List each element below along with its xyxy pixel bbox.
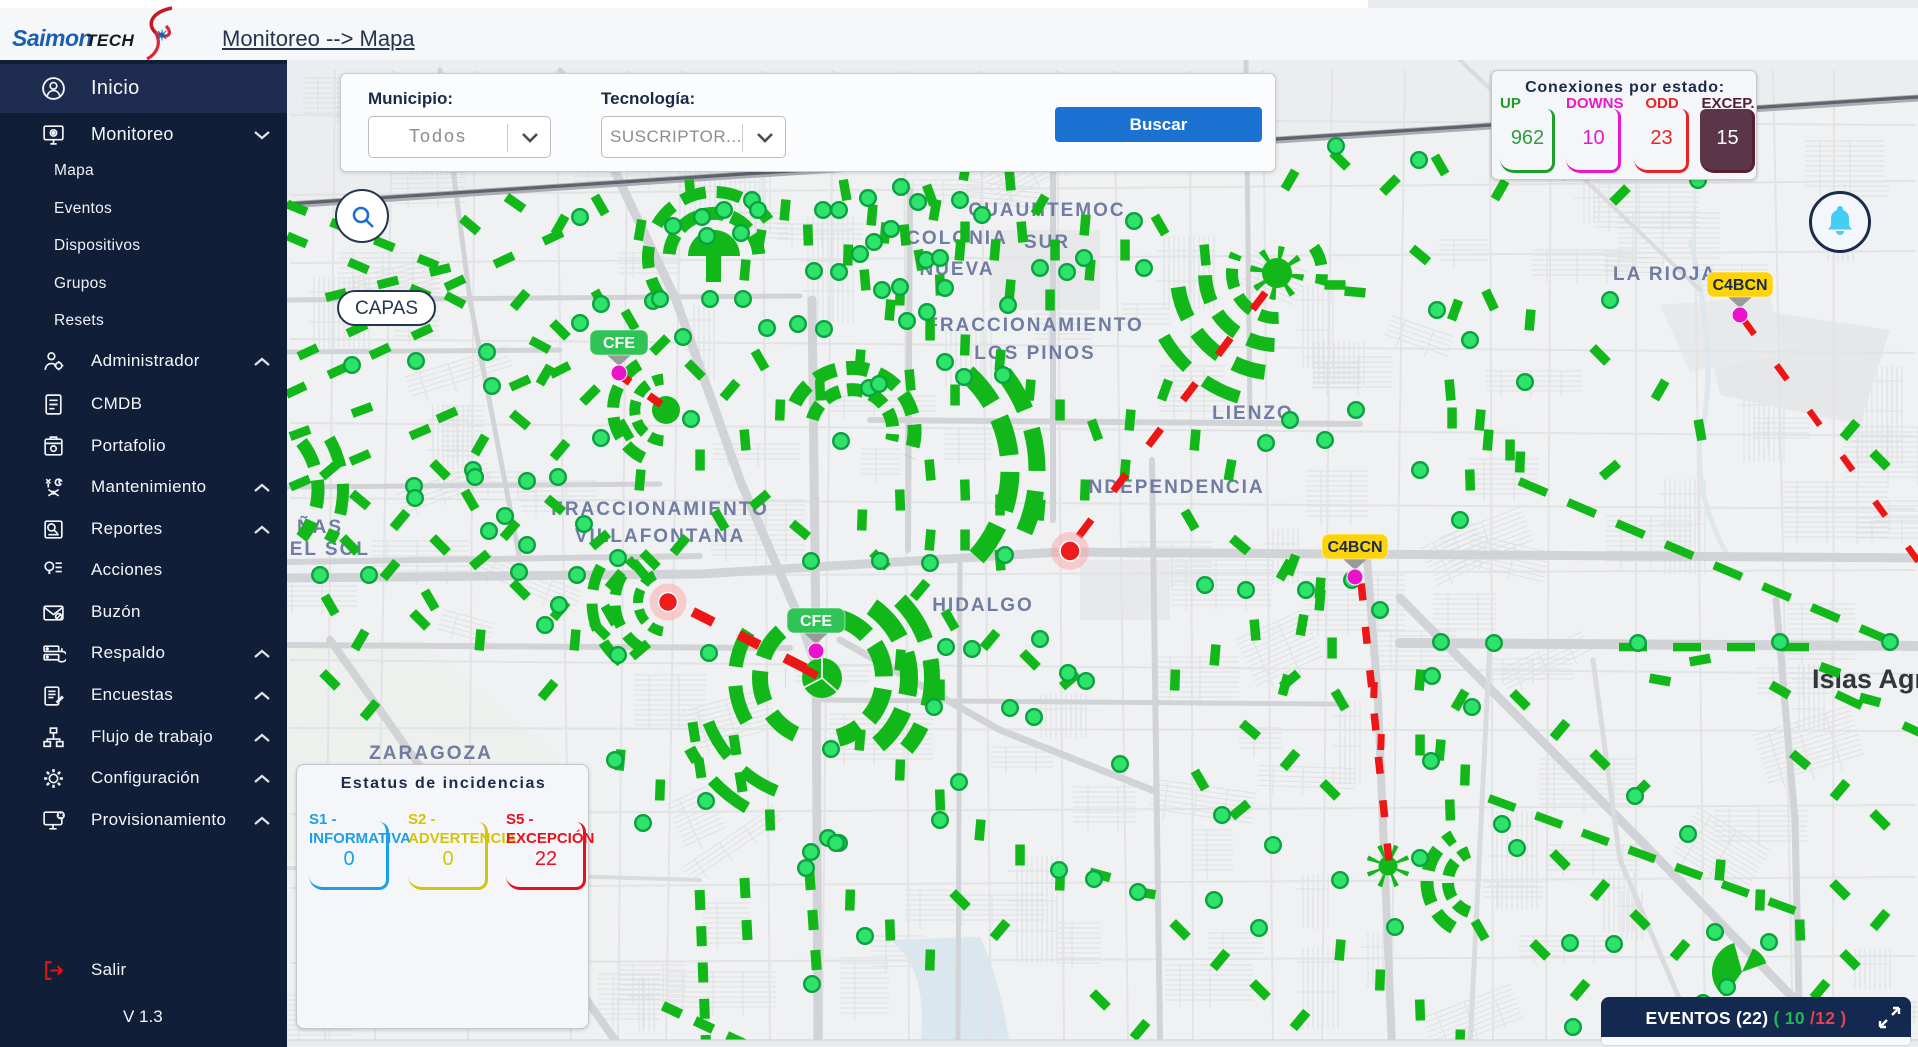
svg-text:Saimon: Saimon (12, 25, 93, 51)
svg-text:CFE: CFE (603, 335, 635, 352)
svg-text:LOS PINOS: LOS PINOS (974, 343, 1095, 364)
svg-text:C4BCN: C4BCN (1712, 277, 1767, 294)
svg-text:CFE: CFE (800, 613, 832, 630)
svg-text:C4BCN: C4BCN (1327, 539, 1382, 556)
svg-text:CUAUHTEMOC: CUAUHTEMOC (968, 200, 1125, 221)
svg-text:TECH: TECH (86, 31, 135, 50)
svg-text:ZARAGOZA: ZARAGOZA (369, 743, 493, 764)
svg-text:SUR: SUR (1024, 232, 1070, 253)
svg-text:LA RIOJA: LA RIOJA (1613, 264, 1717, 285)
svg-text:FRACCIONAMIENTO: FRACCIONAMIENTO (926, 315, 1144, 336)
svg-text:INDEPENDENCIA: INDEPENDENCIA (1081, 477, 1264, 498)
